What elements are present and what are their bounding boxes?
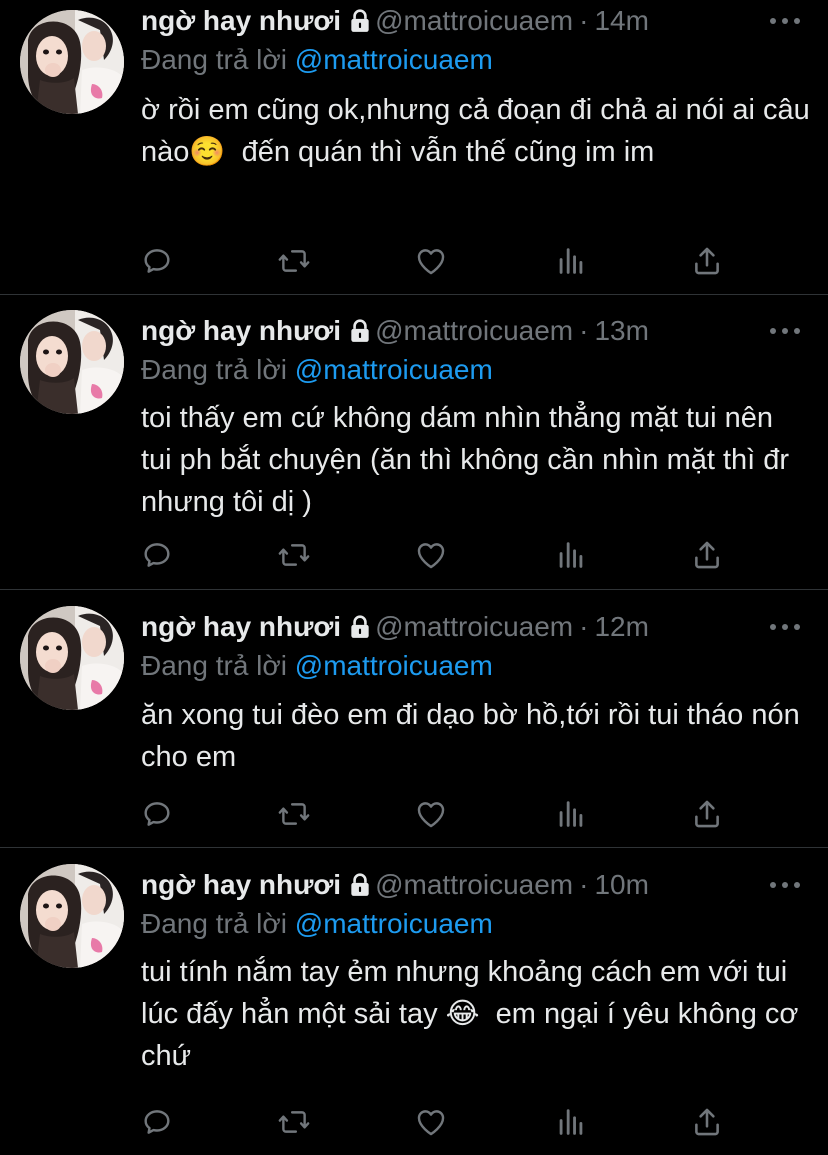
replying-to-label: Đang trả lời xyxy=(141,354,287,385)
separator-dot: · xyxy=(579,869,589,900)
tweet-header: ngờ hay nhươi @mattroicuaem · 10m xyxy=(141,867,649,903)
replying-to-label: Đang trả lời xyxy=(141,908,287,939)
tweet-actions xyxy=(140,538,740,572)
display-name[interactable]: ngờ hay nhươi xyxy=(141,611,341,642)
analytics-icon[interactable] xyxy=(554,1105,588,1139)
retweet-icon[interactable] xyxy=(277,797,311,831)
replying-to-mention[interactable]: @mattroicuaem xyxy=(295,650,493,681)
share-icon[interactable] xyxy=(690,244,724,278)
avatar[interactable] xyxy=(20,310,124,414)
more-options-icon[interactable] xyxy=(770,882,800,890)
tweet-header: ngờ hay nhươi @mattroicuaem · 13m xyxy=(141,313,649,349)
replying-to: Đang trả lời @mattroicuaem xyxy=(141,906,493,942)
timestamp[interactable]: 12m xyxy=(594,611,648,642)
avatar[interactable] xyxy=(20,606,124,710)
analytics-icon[interactable] xyxy=(554,244,588,278)
more-options-icon[interactable] xyxy=(770,624,800,632)
like-icon[interactable] xyxy=(414,1105,448,1139)
timestamp[interactable]: 10m xyxy=(594,869,648,900)
share-icon[interactable] xyxy=(690,538,724,572)
tweet-text: toi thấy em cứ không dám nhìn thẳng mặt … xyxy=(141,402,798,518)
tweet-text: tui tính nắm tay ẻm nhưng khoảng cách em… xyxy=(141,956,807,1072)
lock-icon xyxy=(347,317,373,353)
user-handle[interactable]: @mattroicuaem xyxy=(375,869,573,900)
retweet-icon[interactable] xyxy=(277,244,311,278)
lock-icon xyxy=(347,613,373,649)
user-handle[interactable]: @mattroicuaem xyxy=(375,611,573,642)
tweet-text: ờ rồi em cũng ok,nhưng cả đoạn đi chả ai… xyxy=(141,94,818,168)
tweet-divider xyxy=(0,294,828,295)
tweet-divider xyxy=(0,847,828,848)
replying-to-mention[interactable]: @mattroicuaem xyxy=(295,44,493,75)
display-name[interactable]: ngờ hay nhươi xyxy=(141,869,341,900)
lock-icon xyxy=(347,871,373,907)
reply-icon[interactable] xyxy=(140,538,174,572)
display-name[interactable]: ngờ hay nhươi xyxy=(141,315,341,346)
like-icon[interactable] xyxy=(414,538,448,572)
reply-icon[interactable] xyxy=(140,244,174,278)
separator-dot: · xyxy=(579,611,589,642)
tweet-header: ngờ hay nhươi @mattroicuaem · 12m xyxy=(141,609,649,645)
tweet-header: ngờ hay nhươi @mattroicuaem · 14m xyxy=(141,3,649,39)
analytics-icon[interactable] xyxy=(554,538,588,572)
like-icon[interactable] xyxy=(414,797,448,831)
replying-to: Đang trả lời @mattroicuaem xyxy=(141,352,493,388)
timestamp[interactable]: 13m xyxy=(594,315,648,346)
separator-dot: · xyxy=(579,315,589,346)
share-icon[interactable] xyxy=(690,797,724,831)
retweet-icon[interactable] xyxy=(277,1105,311,1139)
user-handle[interactable]: @mattroicuaem xyxy=(375,5,573,36)
tweet-divider xyxy=(0,589,828,590)
reply-icon[interactable] xyxy=(140,1105,174,1139)
avatar[interactable] xyxy=(20,10,124,114)
tweet-text: ăn xong tui đèo em đi dạo bờ hồ,tới rồi … xyxy=(141,699,808,773)
reply-icon[interactable] xyxy=(140,797,174,831)
separator-dot: · xyxy=(579,5,589,36)
replying-to-label: Đang trả lời xyxy=(141,44,287,75)
more-options-icon[interactable] xyxy=(770,18,800,26)
tweet-actions xyxy=(140,797,740,831)
display-name[interactable]: ngờ hay nhươi xyxy=(141,5,341,36)
avatar[interactable] xyxy=(20,864,124,968)
tweet-actions xyxy=(140,1105,740,1139)
replying-to: Đang trả lời @mattroicuaem xyxy=(141,42,493,78)
share-icon[interactable] xyxy=(690,1105,724,1139)
replying-to-label: Đang trả lời xyxy=(141,650,287,681)
retweet-icon[interactable] xyxy=(277,538,311,572)
more-options-icon[interactable] xyxy=(770,328,800,336)
analytics-icon[interactable] xyxy=(554,797,588,831)
replying-to-mention[interactable]: @mattroicuaem xyxy=(295,908,493,939)
timestamp[interactable]: 14m xyxy=(594,5,648,36)
tweet-actions xyxy=(140,244,740,278)
like-icon[interactable] xyxy=(414,244,448,278)
user-handle[interactable]: @mattroicuaem xyxy=(375,315,573,346)
lock-icon xyxy=(347,7,373,43)
replying-to: Đang trả lời @mattroicuaem xyxy=(141,648,493,684)
replying-to-mention[interactable]: @mattroicuaem xyxy=(295,354,493,385)
